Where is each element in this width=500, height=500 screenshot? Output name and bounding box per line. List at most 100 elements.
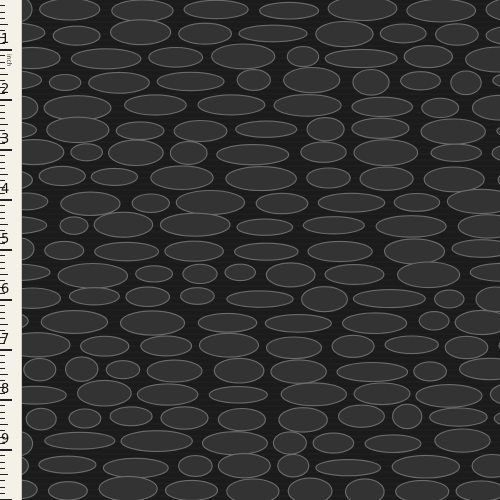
ruler-tick <box>0 492 5 494</box>
fabric-oval <box>60 191 121 217</box>
fabric-oval <box>160 406 209 430</box>
fabric-oval <box>178 22 232 45</box>
ruler-number: 3 <box>1 132 10 147</box>
ruler-tick <box>0 24 8 25</box>
ruler-number: 6 <box>1 282 10 297</box>
fabric-oval <box>352 68 390 96</box>
fabric-oval <box>264 314 332 333</box>
fabric-oval <box>351 117 410 139</box>
ruler-number: 5 <box>1 232 10 247</box>
fabric-oval <box>119 310 186 336</box>
ruler-tick <box>0 474 8 475</box>
fabric-oval <box>259 1 320 20</box>
ruler-tick <box>0 449 12 451</box>
fabric-oval <box>135 265 174 283</box>
fabric-oval <box>198 332 260 358</box>
fabric-oval <box>236 69 271 91</box>
fabric-oval <box>351 96 413 118</box>
ruler-tick <box>0 317 5 319</box>
ruler-tick <box>0 161 5 163</box>
fabric-oval <box>125 286 171 308</box>
fabric-oval <box>47 481 88 500</box>
fabric-oval <box>278 407 328 433</box>
ruler-tick <box>0 211 5 213</box>
fabric-oval <box>225 166 297 192</box>
fabric-swatch: inch 1 2 3 4 5 6 7 8 9 <box>0 0 500 500</box>
fabric-oval <box>283 66 341 94</box>
fabric-oval <box>40 310 109 334</box>
fabric-oval <box>454 309 500 336</box>
ruler-tick <box>0 249 12 251</box>
fabric-oval <box>344 478 385 500</box>
fabric-oval <box>102 457 169 479</box>
ruler-tick <box>0 67 5 69</box>
ruler-tick <box>0 455 5 457</box>
fabric-oval <box>108 139 164 167</box>
fabric-oval <box>23 357 57 382</box>
fabric-oval <box>98 475 158 500</box>
ruler-tick <box>0 405 5 407</box>
fabric-oval <box>451 239 500 258</box>
fabric-oval <box>234 242 299 261</box>
fabric-oval <box>342 312 408 335</box>
ruler-tick <box>0 17 5 19</box>
ruler-tick <box>0 324 8 325</box>
fabric-oval <box>455 480 500 500</box>
ruler-tick <box>0 74 8 75</box>
fabric-oval <box>146 359 203 383</box>
fabric-oval <box>312 432 355 454</box>
fabric-oval <box>391 454 460 479</box>
fabric-oval <box>120 430 193 453</box>
ruler-tick <box>0 355 5 357</box>
fabric-oval <box>224 263 256 282</box>
fabric-oval <box>383 238 446 265</box>
ruler-tick <box>0 267 5 269</box>
fabric-oval <box>208 386 268 404</box>
ruler-tick <box>0 174 8 175</box>
ruler-tick <box>0 11 5 13</box>
fabric-oval <box>277 453 310 478</box>
ruler-tick <box>0 274 8 275</box>
fabric-oval <box>80 335 130 357</box>
fabric-oval <box>201 431 268 456</box>
fabric-oval <box>352 289 426 309</box>
fabric-oval <box>140 335 193 357</box>
fabric-oval <box>435 23 479 46</box>
ruler-number: 7 <box>1 332 10 347</box>
fabric-oval <box>68 287 120 306</box>
fabric-oval <box>44 431 116 450</box>
ruler-tick <box>0 417 5 419</box>
fabric-oval <box>324 48 398 69</box>
fabric-oval <box>300 141 347 163</box>
fabric-oval <box>272 431 307 455</box>
ruler-tick <box>0 149 12 151</box>
fabric-oval <box>306 117 345 142</box>
ruler-tick <box>0 199 12 201</box>
fabric-oval <box>115 121 165 141</box>
fabric-oval <box>52 25 101 46</box>
ruler-tick <box>0 255 5 257</box>
fabric-oval <box>183 0 249 20</box>
ruler-tick <box>0 399 12 401</box>
fabric-oval <box>159 212 231 237</box>
fabric-oval <box>265 336 323 360</box>
fabric-oval <box>90 167 139 186</box>
fabric-oval <box>93 211 154 238</box>
fabric-oval <box>302 216 365 235</box>
fabric-oval <box>109 406 153 427</box>
fabric-oval <box>25 407 57 431</box>
ruler-tick <box>0 205 5 207</box>
fabric-oval <box>397 261 461 289</box>
fabric-oval <box>68 408 102 429</box>
fabric-oval <box>216 144 290 166</box>
fabric-oval <box>182 263 218 285</box>
fabric-oval <box>324 264 385 285</box>
fabric-oval <box>111 0 174 22</box>
fabric-oval <box>178 455 213 477</box>
fabric-oval <box>124 94 187 116</box>
ruler-tick <box>0 467 5 469</box>
fabric-oval <box>434 289 465 309</box>
fabric-oval <box>217 453 271 479</box>
fabric-oval <box>359 166 414 191</box>
fabric-oval <box>353 382 411 406</box>
